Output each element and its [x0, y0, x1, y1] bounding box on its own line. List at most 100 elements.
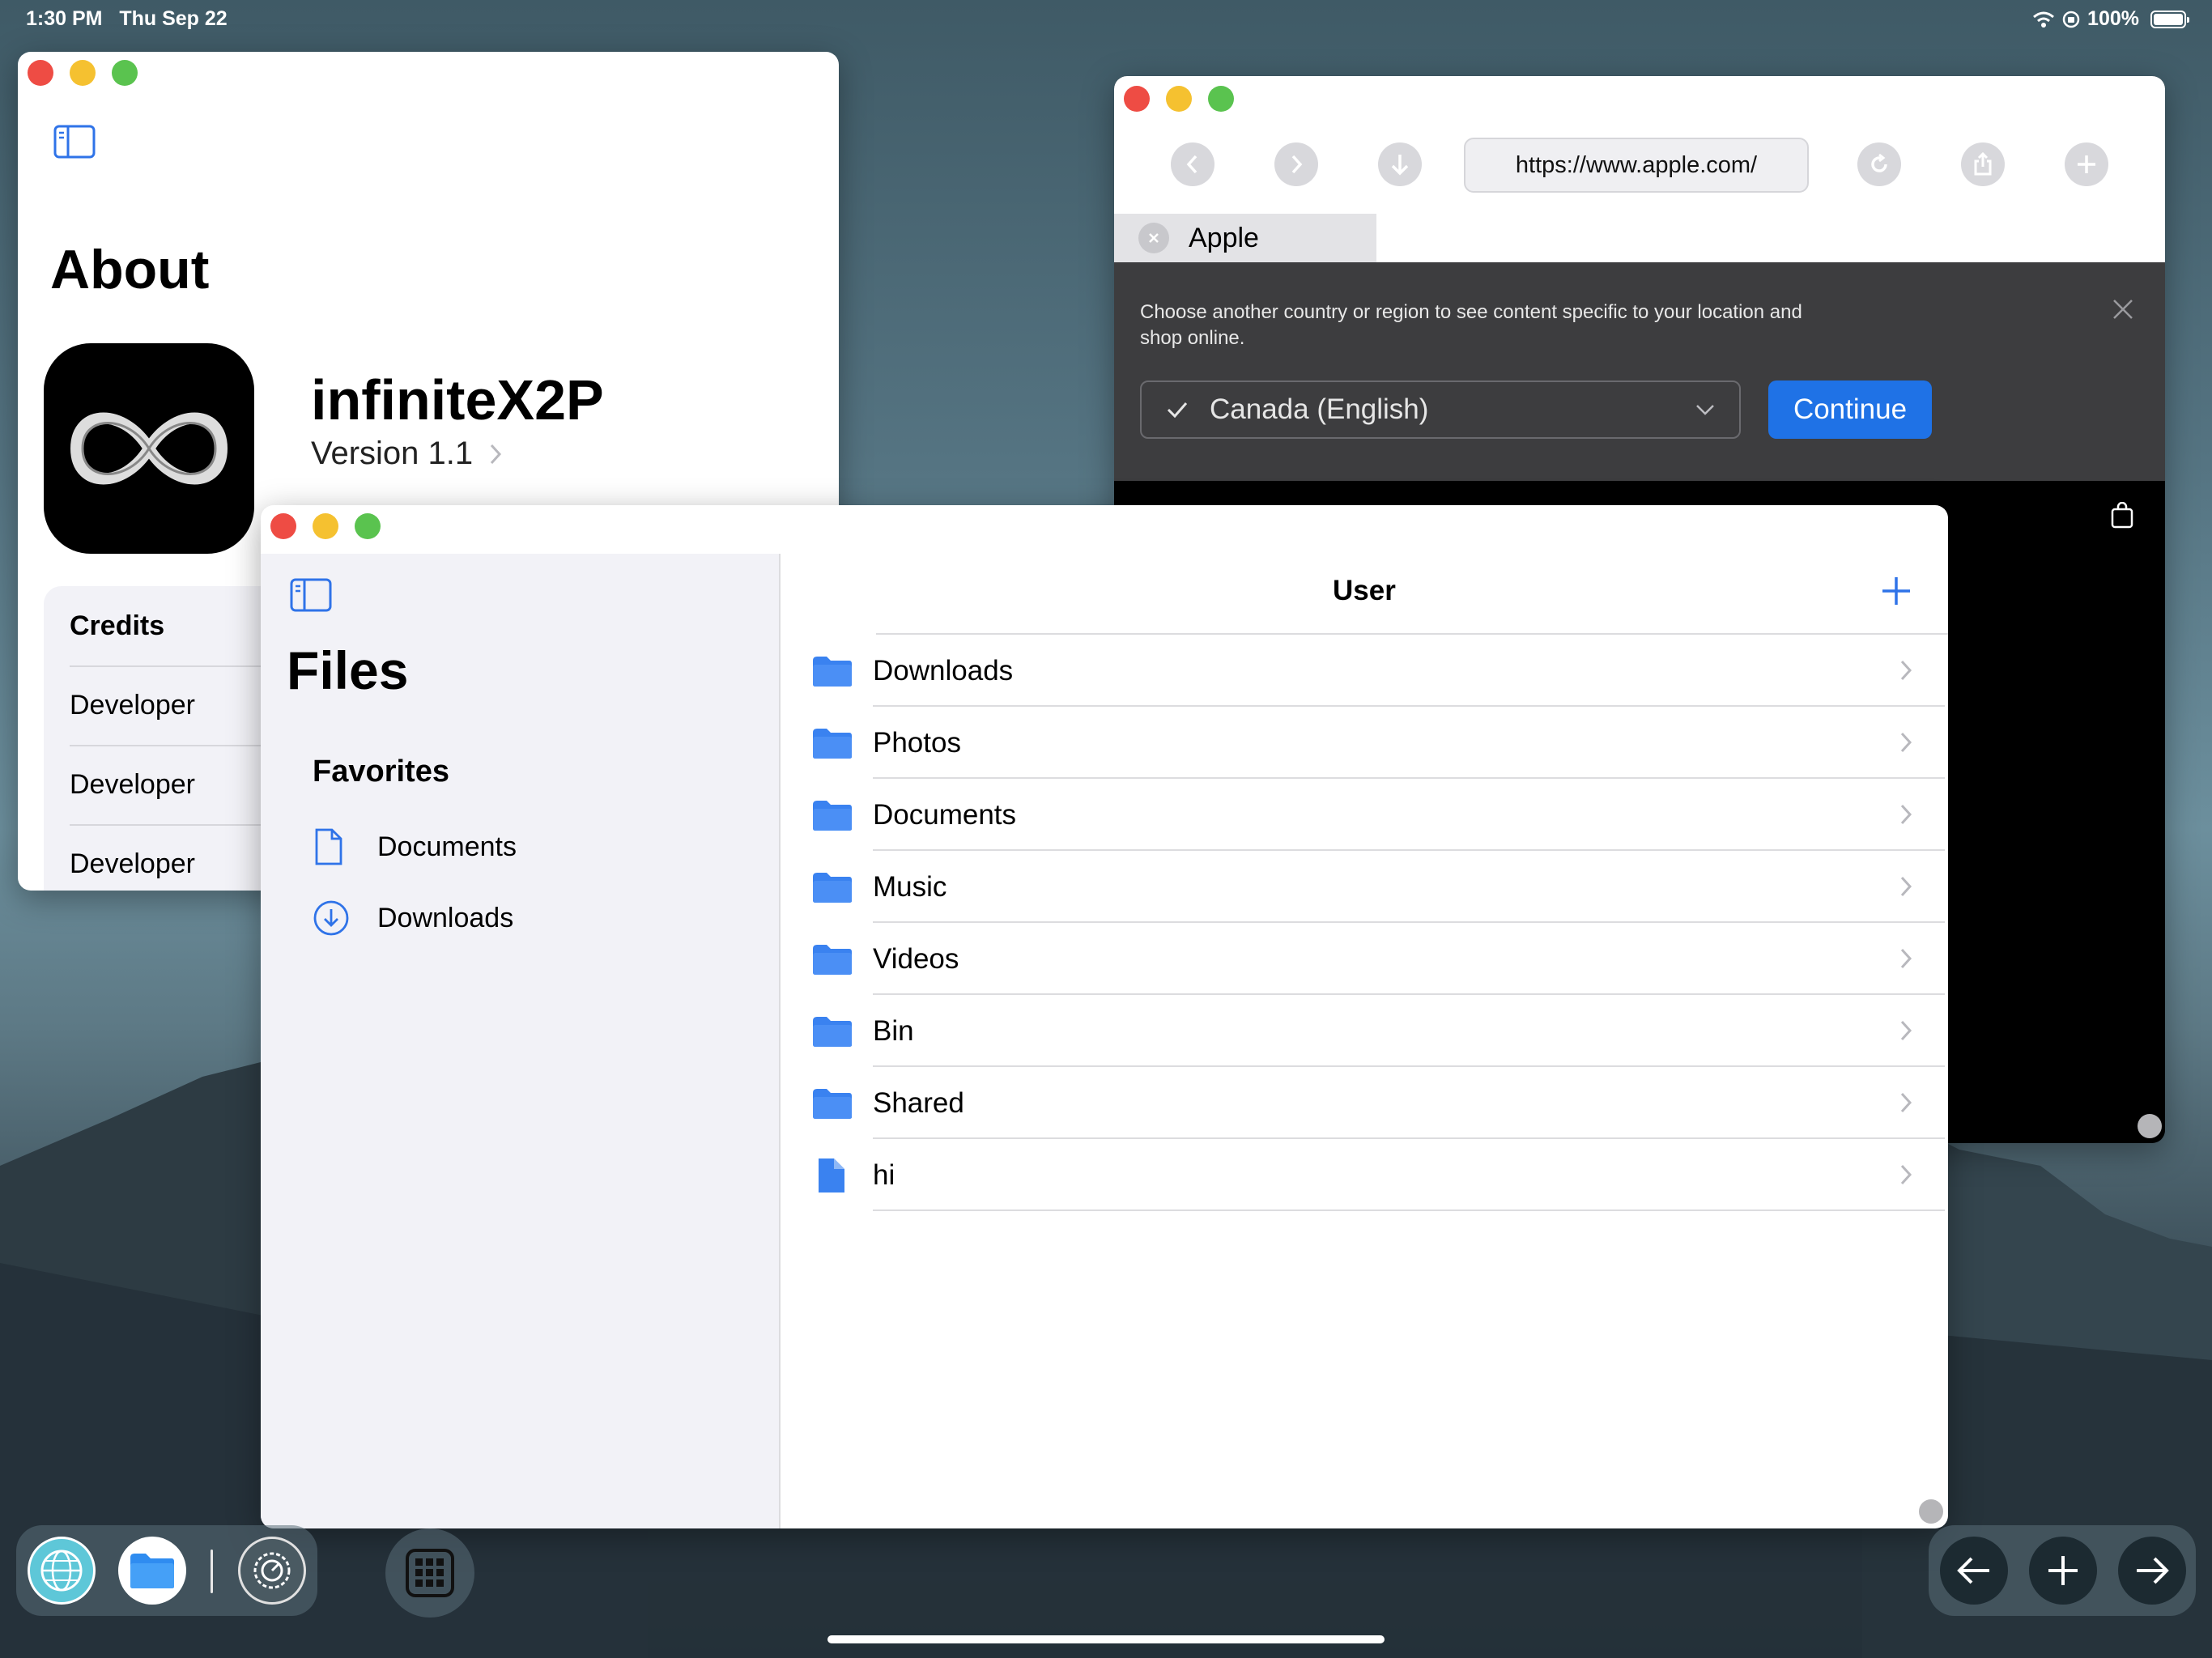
settings-icon[interactable] [238, 1537, 306, 1605]
window-controls [270, 513, 381, 539]
share-icon [1974, 152, 1992, 176]
minimize-button[interactable] [70, 60, 96, 86]
close-button[interactable] [1124, 86, 1150, 112]
region-select-value: Canada (English) [1210, 393, 1429, 425]
new-tab-button[interactable] [2065, 142, 2108, 186]
list-item[interactable]: Bin [811, 995, 1945, 1067]
share-button[interactable] [1961, 142, 2005, 186]
files-window: Files Favorites Documents Downloads User… [261, 505, 1948, 1528]
zoom-button[interactable] [355, 513, 381, 539]
list-item[interactable]: Shared [811, 1067, 1945, 1139]
continue-button[interactable]: Continue [1768, 380, 1932, 439]
window-controls [1124, 86, 1234, 112]
banner-text-line: Choose another country or region to see … [1140, 301, 1802, 323]
banner-text: Choose another country or region to see … [1140, 300, 1802, 351]
tab-apple[interactable]: Apple [1114, 214, 1376, 262]
banner-text-line: shop online. [1140, 327, 1245, 349]
favorites-header: Favorites [313, 755, 449, 789]
list-item-label: Downloads [873, 654, 1014, 687]
page-title: About [50, 239, 210, 300]
reload-icon [1871, 153, 1887, 172]
url-field[interactable]: https://www.apple.com/ [1464, 138, 1809, 193]
document-icon [315, 828, 342, 865]
header-title: User [1333, 575, 1396, 606]
app-grid-icon [406, 1549, 454, 1597]
plus-icon [2078, 155, 2095, 173]
region-select[interactable]: Canada (English) [1140, 380, 1741, 439]
navigation-controls [1929, 1525, 2196, 1616]
close-button[interactable] [28, 60, 53, 86]
sidebar-toggle-icon[interactable] [290, 578, 332, 612]
chevron-right-icon [1900, 1020, 1912, 1041]
orientation-lock-icon [2062, 11, 2080, 28]
infinity-icon [70, 412, 228, 485]
list-item-label: Music [873, 870, 947, 903]
chevron-left-icon [1186, 155, 1197, 174]
back-button[interactable] [1171, 142, 1214, 186]
chevron-down-icon [1696, 405, 1714, 415]
close-icon[interactable] [2112, 298, 2134, 321]
chevron-right-icon [1900, 1164, 1912, 1185]
folder-icon [813, 656, 852, 687]
download-button[interactable] [1378, 142, 1422, 186]
list-item[interactable]: Photos [811, 707, 1945, 779]
version-row[interactable]: Version 1.1 [311, 436, 502, 472]
home-indicator[interactable] [827, 1635, 1385, 1643]
sidebar-item-label: Downloads [377, 902, 514, 933]
tab-close-button[interactable] [1138, 223, 1169, 253]
folder-glyph [130, 1554, 174, 1588]
resize-handle[interactable] [1919, 1499, 1943, 1524]
checkmark-icon [1167, 402, 1188, 419]
minimize-button[interactable] [313, 513, 338, 539]
add-button[interactable] [1880, 575, 1912, 607]
list-item[interactable]: Documents [811, 779, 1945, 851]
arrow-right-icon [2137, 1557, 2169, 1584]
back-nav-button[interactable] [1940, 1537, 2008, 1605]
folder-icon [813, 1016, 852, 1047]
window-controls [28, 60, 138, 86]
globe-icon[interactable] [28, 1537, 96, 1605]
chevron-right-icon [491, 444, 502, 464]
arrow-down-icon [1391, 155, 1409, 176]
reload-button[interactable] [1857, 142, 1901, 186]
zoom-button[interactable] [1208, 86, 1234, 112]
app-icon [44, 343, 254, 554]
folder-icon [813, 1088, 852, 1119]
sidebar-title: Files [287, 640, 409, 700]
forward-nav-button[interactable] [2118, 1537, 2186, 1605]
shopping-bag-icon[interactable] [2110, 502, 2134, 529]
sidebar-toggle-icon[interactable] [53, 125, 96, 159]
forward-button[interactable] [1274, 142, 1318, 186]
close-button[interactable] [270, 513, 296, 539]
minimize-button[interactable] [1166, 86, 1192, 112]
chevron-right-icon [1291, 155, 1303, 174]
files-app-icon[interactable] [118, 1537, 186, 1605]
folder-icon [813, 800, 852, 831]
list-item-label: Shared [873, 1086, 964, 1119]
list-item[interactable]: hi [811, 1139, 1945, 1211]
plus-icon [2048, 1556, 2078, 1585]
status-bar: 1:30 PM Thu Sep 22 100% [0, 0, 2212, 39]
dock [16, 1525, 317, 1616]
files-sidebar: Files Favorites Documents Downloads [261, 554, 779, 1528]
app-grid-button[interactable] [385, 1528, 474, 1618]
folder-icon [813, 872, 852, 903]
version-label: Version 1.1 [311, 436, 474, 471]
list-item[interactable]: Music [811, 851, 1945, 923]
download-circle-icon [313, 900, 349, 936]
folder-icon [813, 728, 852, 759]
dock-divider [211, 1550, 213, 1593]
add-nav-button[interactable] [2029, 1537, 2097, 1605]
list-item-label: Photos [873, 726, 961, 759]
list-item-label: Bin [873, 1014, 914, 1047]
sidebar-item-downloads[interactable]: Downloads [313, 894, 513, 942]
resize-handle[interactable] [2138, 1114, 2162, 1138]
list-item-label: Videos [873, 942, 959, 975]
zoom-button[interactable] [112, 60, 138, 86]
battery-percent: 100% [2087, 7, 2139, 30]
status-date: Thu Sep 22 [119, 7, 228, 30]
sidebar-item-documents[interactable]: Documents [313, 823, 517, 871]
list-item[interactable]: Downloads [811, 635, 1945, 707]
list-item[interactable]: Videos [811, 923, 1945, 995]
close-icon [1149, 233, 1159, 243]
